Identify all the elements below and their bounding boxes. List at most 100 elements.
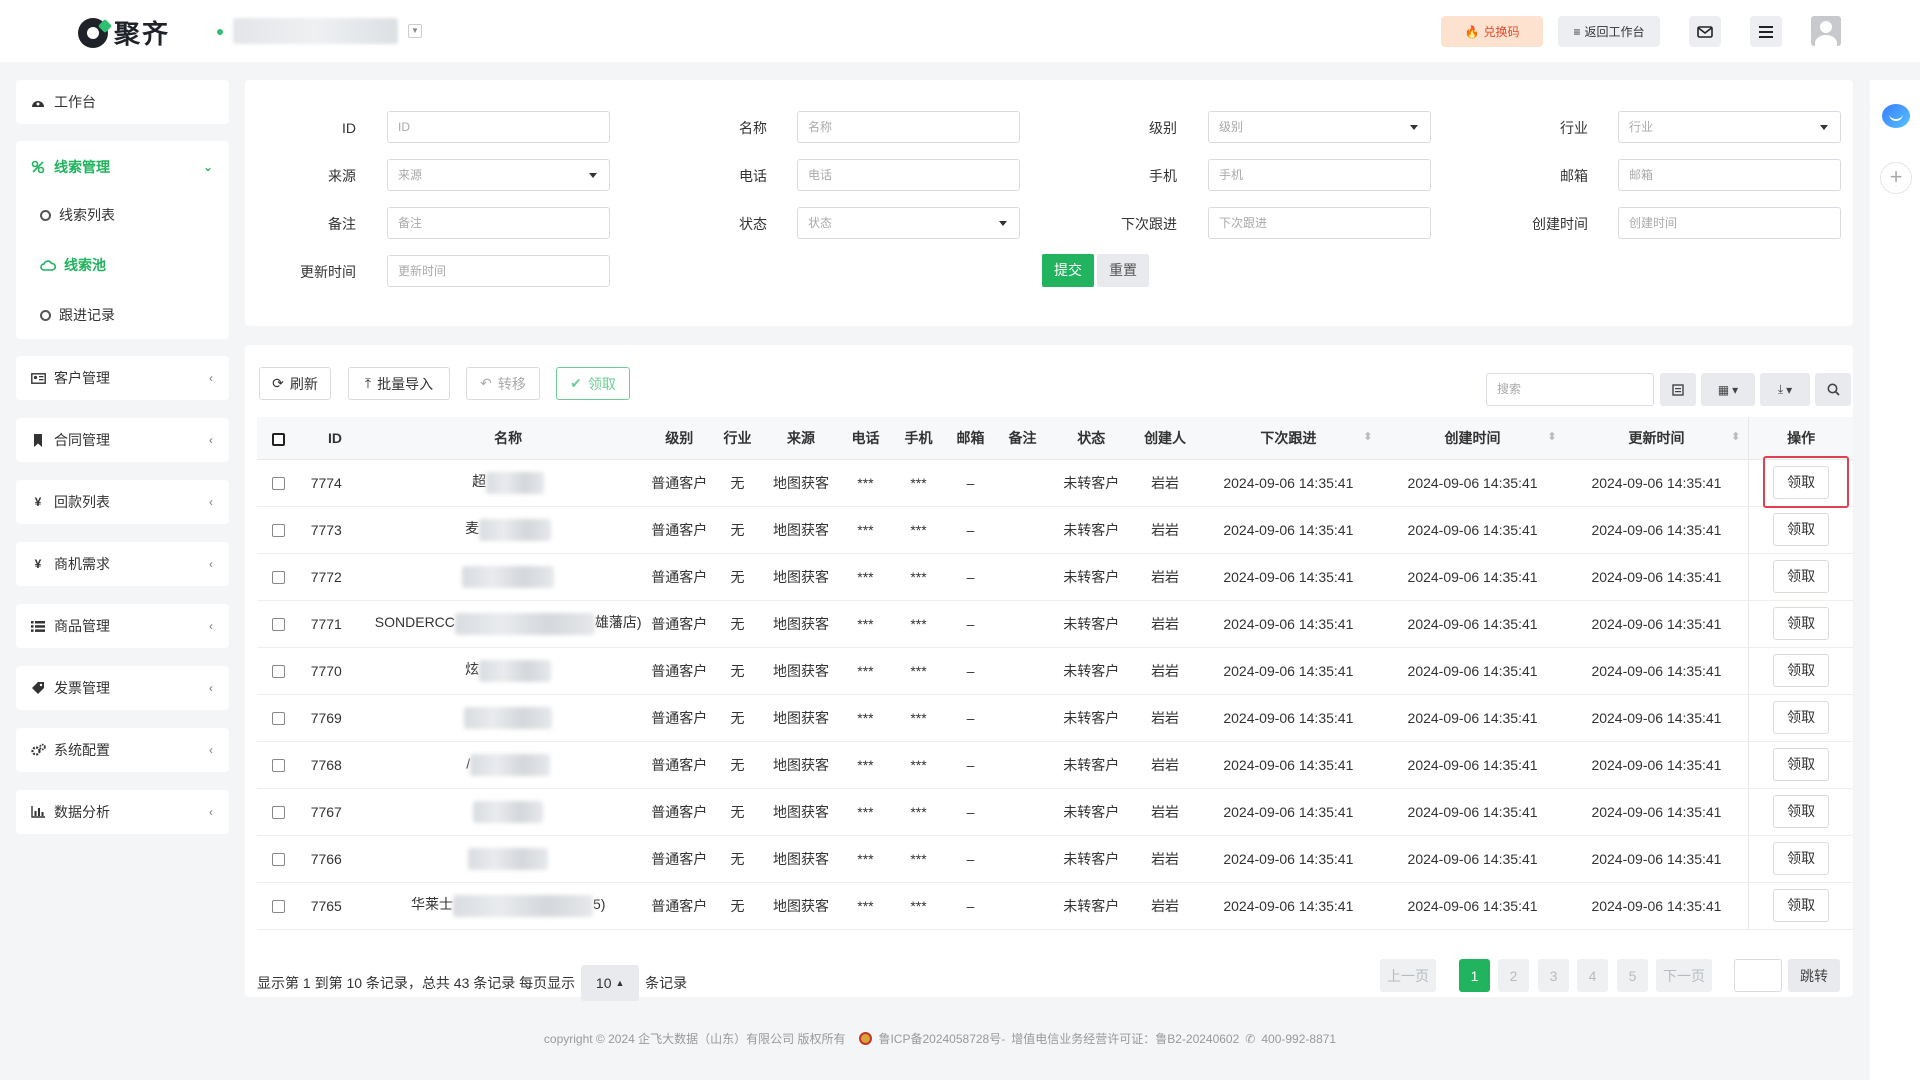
status-select[interactable]: 状态 [797, 207, 1020, 239]
toggle-view-button[interactable] [1660, 373, 1696, 406]
row-checkbox[interactable] [272, 900, 286, 914]
brand-logo[interactable]: 聚齐 [78, 14, 170, 51]
source-select[interactable]: 来源 [387, 159, 610, 191]
prev-page-button[interactable]: 上一页 [1380, 959, 1436, 992]
sidebar-item-data-analysis[interactable]: 数据分析 ‹ [16, 790, 229, 834]
row-select-cell[interactable] [257, 835, 301, 883]
table-row[interactable]: 7772 普通客户无地图获客 *** *** – 未转客户 岩岩 2024-09-06 14:… [257, 553, 1853, 601]
col-updated-time[interactable]: 更新时间 [1564, 417, 1749, 460]
table-search-input[interactable]: 搜索 [1486, 373, 1654, 406]
col-next-followup[interactable]: 下次跟进 [1196, 417, 1381, 460]
sidebar-item-contract-management[interactable]: 合同管理 ‹ [16, 418, 229, 462]
user-avatar[interactable] [1811, 16, 1841, 46]
page-5-button[interactable]: 5 [1617, 959, 1648, 992]
row-checkbox[interactable] [272, 665, 286, 679]
claim-button[interactable]: 领取 [1773, 560, 1830, 593]
phone-input[interactable]: 电话 [797, 159, 1020, 191]
claim-button[interactable]: 领取 [1773, 889, 1830, 922]
back-to-workspace-button[interactable]: ≡ 返回工作台 [1558, 16, 1660, 47]
page-4-button[interactable]: 4 [1577, 959, 1608, 992]
col-created-time[interactable]: 创建时间 [1380, 417, 1565, 460]
claim-button[interactable]: 领取 [1773, 701, 1830, 734]
row-checkbox[interactable] [272, 477, 286, 491]
claim-bulk-button[interactable]: ✔ 领取 [556, 367, 630, 400]
row-select-cell[interactable] [257, 506, 301, 554]
claim-button[interactable]: 领取 [1773, 842, 1830, 875]
redeem-code-button[interactable]: 🔥 兑换码 [1441, 16, 1543, 47]
claim-button[interactable]: 领取 [1773, 466, 1830, 499]
claim-button[interactable]: 领取 [1773, 654, 1830, 687]
industry-select[interactable]: 行业 [1618, 111, 1841, 143]
workspace-name-redacted[interactable] [233, 18, 398, 44]
row-select-cell[interactable] [257, 647, 301, 695]
row-checkbox[interactable] [272, 524, 286, 538]
next-followup-input[interactable]: 下次跟进 [1208, 207, 1431, 239]
jump-page-input[interactable] [1734, 959, 1782, 992]
chat-assistant-icon[interactable] [1882, 104, 1910, 128]
row-checkbox[interactable] [272, 571, 286, 585]
sidebar-item-product-management[interactable]: 商品管理 ‹ [16, 604, 229, 648]
row-select-cell[interactable] [257, 459, 301, 507]
id-input[interactable]: ID [387, 111, 610, 143]
table-row[interactable]: 7766 普通客户无地图获客 *** *** – 未转客户 岩岩 2024-09-06 14:… [257, 835, 1853, 883]
row-checkbox[interactable] [272, 853, 286, 867]
jump-button[interactable]: 跳转 [1788, 959, 1840, 992]
claim-button[interactable]: 领取 [1773, 795, 1830, 828]
row-select-cell[interactable] [257, 600, 301, 648]
sidebar-subitem-lead-list[interactable]: 线索列表 [16, 195, 229, 235]
mobile-input[interactable]: 手机 [1208, 159, 1431, 191]
transfer-button[interactable]: ↶ 转移 [466, 367, 540, 400]
level-select[interactable]: 级别 [1208, 111, 1431, 143]
claim-button[interactable]: 领取 [1773, 607, 1830, 640]
table-row[interactable]: 7770 炫普通客户无地图获客 *** *** – 未转客户 岩岩 2024-09-06 14… [257, 647, 1853, 695]
sidebar-item-customer-management[interactable]: 客户管理 ‹ [16, 356, 229, 400]
sidebar-item-opportunity[interactable]: ¥ 商机需求 ‹ [16, 542, 229, 586]
row-checkbox[interactable] [272, 712, 286, 726]
table-row[interactable]: 7773 麦普通客户无地图获客 *** *** – 未转客户 岩岩 2024-09-06 14… [257, 506, 1853, 554]
select-all-checkbox[interactable] [272, 432, 286, 446]
page-3-button[interactable]: 3 [1538, 959, 1569, 992]
export-button[interactable]: ⤓ ▾ [1760, 373, 1810, 406]
claim-button[interactable]: 领取 [1773, 748, 1830, 781]
batch-import-button[interactable]: ⤒ 批量导入 [348, 367, 450, 400]
workspace-dropdown-icon[interactable]: ▼ [408, 24, 422, 38]
icp-link[interactable]: 鲁ICP备2024058728号- [878, 1030, 1005, 1047]
columns-button[interactable]: ▦ ▾ [1701, 373, 1755, 406]
refresh-button[interactable]: ⟳ 刷新 [259, 367, 331, 400]
submit-button[interactable]: 提交 [1042, 254, 1094, 287]
search-toggle-button[interactable] [1815, 373, 1851, 406]
mail-button[interactable] [1689, 16, 1721, 47]
row-select-cell[interactable] [257, 882, 301, 930]
page-1-button[interactable]: 1 [1459, 959, 1490, 992]
row-select-cell[interactable] [257, 694, 301, 742]
row-checkbox[interactable] [272, 806, 286, 820]
table-row[interactable]: 7771 SONDERCC 雄藩店) 普通客户无地图获客 *** *** – 未转客户 岩岩 20… [257, 600, 1853, 648]
add-plugin-button[interactable]: + [1880, 162, 1912, 194]
sidebar-item-lead-management[interactable]: 线索管理 ⌄ [16, 145, 229, 189]
sidebar-item-dashboard[interactable]: 工作台 [16, 80, 229, 124]
table-row[interactable]: 7769 普通客户无地图获客 *** *** – 未转客户 岩岩 2024-09-06 14:… [257, 694, 1853, 742]
claim-button[interactable]: 领取 [1773, 513, 1830, 546]
table-row[interactable]: 7765 华莱士 5) 普通客户无地图获客 *** *** – 未转客户 岩岩 2024-09-0… [257, 882, 1853, 930]
email-input[interactable]: 邮箱 [1618, 159, 1841, 191]
name-input[interactable]: 名称 [797, 111, 1020, 143]
sidebar-item-payment-list[interactable]: ¥ 回款列表 ‹ [16, 480, 229, 524]
sidebar-item-invoice-management[interactable]: 发票管理 ‹ [16, 666, 229, 710]
sidebar-subitem-followup[interactable]: 跟进记录 [16, 295, 229, 335]
next-page-button[interactable]: 下一页 [1656, 959, 1712, 992]
page-2-button[interactable]: 2 [1498, 959, 1529, 992]
table-row[interactable]: 7767 普通客户无地图获客 *** *** – 未转客户 岩岩 2024-09-06 14:… [257, 788, 1853, 836]
row-select-cell[interactable] [257, 553, 301, 601]
sidebar-item-system-config[interactable]: 系统配置 ‹ [16, 728, 229, 772]
table-row[interactable]: 7774 超普通客户无地图获客 *** *** – 未转客户 岩岩 2024-09-06 14… [257, 459, 1853, 507]
row-checkbox[interactable] [272, 618, 286, 632]
select-all-cell[interactable] [257, 417, 301, 460]
remark-input[interactable]: 备注 [387, 207, 610, 239]
reset-button[interactable]: 重置 [1097, 254, 1149, 287]
row-select-cell[interactable] [257, 741, 301, 789]
row-select-cell[interactable] [257, 788, 301, 836]
page-size-select[interactable]: 10 ▲ [581, 965, 640, 1001]
table-row[interactable]: 7768/普通客户无地图获客 *** *** – 未转客户 岩岩 2024-09-06 14… [257, 741, 1853, 789]
sidebar-subitem-lead-pool[interactable]: 线索池 [16, 245, 229, 285]
created-time-input[interactable]: 创建时间 [1618, 207, 1841, 239]
